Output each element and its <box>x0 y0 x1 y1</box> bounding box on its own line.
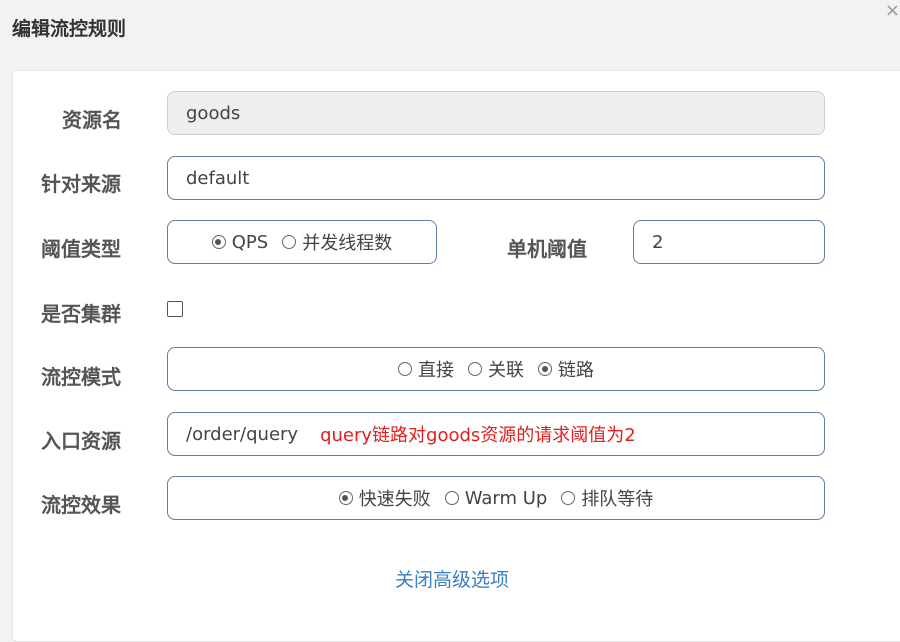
resource-value: goods <box>186 102 241 124</box>
behavior-option-warm-up[interactable]: Warm Up <box>444 487 548 509</box>
cluster-checkbox[interactable] <box>167 301 183 317</box>
close-icon[interactable]: × <box>885 0 900 21</box>
grade-label: 阈值类型 <box>41 237 121 261</box>
strategy-option-relate[interactable]: 关联 <box>468 356 524 382</box>
resource-input: goods <box>167 91 825 135</box>
strategy-option-label: 关联 <box>488 360 524 381</box>
radio-checked-icon <box>338 491 353 505</box>
grade-option-label: QPS <box>231 231 269 253</box>
strategy-radio-group: 直接 关联 链路 <box>167 347 825 391</box>
grade-option-qps[interactable]: QPS <box>211 231 269 253</box>
limit-app-label: 针对来源 <box>41 172 121 196</box>
close-advanced-options-link[interactable]: 关闭高级选项 <box>395 565 509 592</box>
behavior-option-label: 排队等待 <box>581 489 654 510</box>
limit-app-input[interactable]: default <box>167 156 825 200</box>
grade-radio-group: QPS 并发线程数 <box>167 220 437 264</box>
grade-option-label: 并发线程数 <box>302 233 393 254</box>
limit-app-value: default <box>186 167 250 189</box>
annotation-note: query链路对goods资源的请求阈值为2 <box>320 425 636 446</box>
resource-label: 资源名 <box>62 108 122 132</box>
dialog-title: 编辑流控规则 <box>12 18 127 40</box>
strategy-option-chain[interactable]: 链路 <box>538 356 594 382</box>
radio-unchecked-icon <box>561 491 576 505</box>
dialog-header: 编辑流控规则 × <box>0 0 900 60</box>
radio-unchecked-icon <box>444 491 459 505</box>
radio-checked-icon <box>211 235 226 249</box>
behavior-option-label: 快速失败 <box>358 489 431 510</box>
strategy-option-label: 链路 <box>558 360 594 381</box>
cluster-label: 是否集群 <box>41 302 121 326</box>
behavior-option-label: Warm Up <box>464 487 548 509</box>
behavior-option-fast-fail[interactable]: 快速失败 <box>338 485 431 511</box>
behavior-option-queue[interactable]: 排队等待 <box>561 485 653 511</box>
count-input[interactable]: 2 <box>633 220 825 264</box>
ref-resource-value: /order/query <box>186 423 299 445</box>
ref-resource-input[interactable]: /order/query query链路对goods资源的请求阈值为2 <box>167 412 825 456</box>
control-behavior-radio-group: 快速失败 Warm Up 排队等待 <box>167 476 825 520</box>
radio-unchecked-icon <box>398 362 412 376</box>
radio-unchecked-icon <box>468 362 482 376</box>
ref-resource-label: 入口资源 <box>41 429 121 453</box>
count-label: 单机阈值 <box>507 237 587 261</box>
strategy-option-label: 直接 <box>418 360 454 381</box>
count-value: 2 <box>652 231 664 253</box>
strategy-option-direct[interactable]: 直接 <box>398 356 454 382</box>
radio-unchecked-icon <box>282 235 297 249</box>
strategy-label: 流控模式 <box>41 365 121 389</box>
radio-checked-icon <box>538 362 552 376</box>
grade-option-thread[interactable]: 并发线程数 <box>282 229 392 255</box>
control-behavior-label: 流控效果 <box>41 493 121 517</box>
